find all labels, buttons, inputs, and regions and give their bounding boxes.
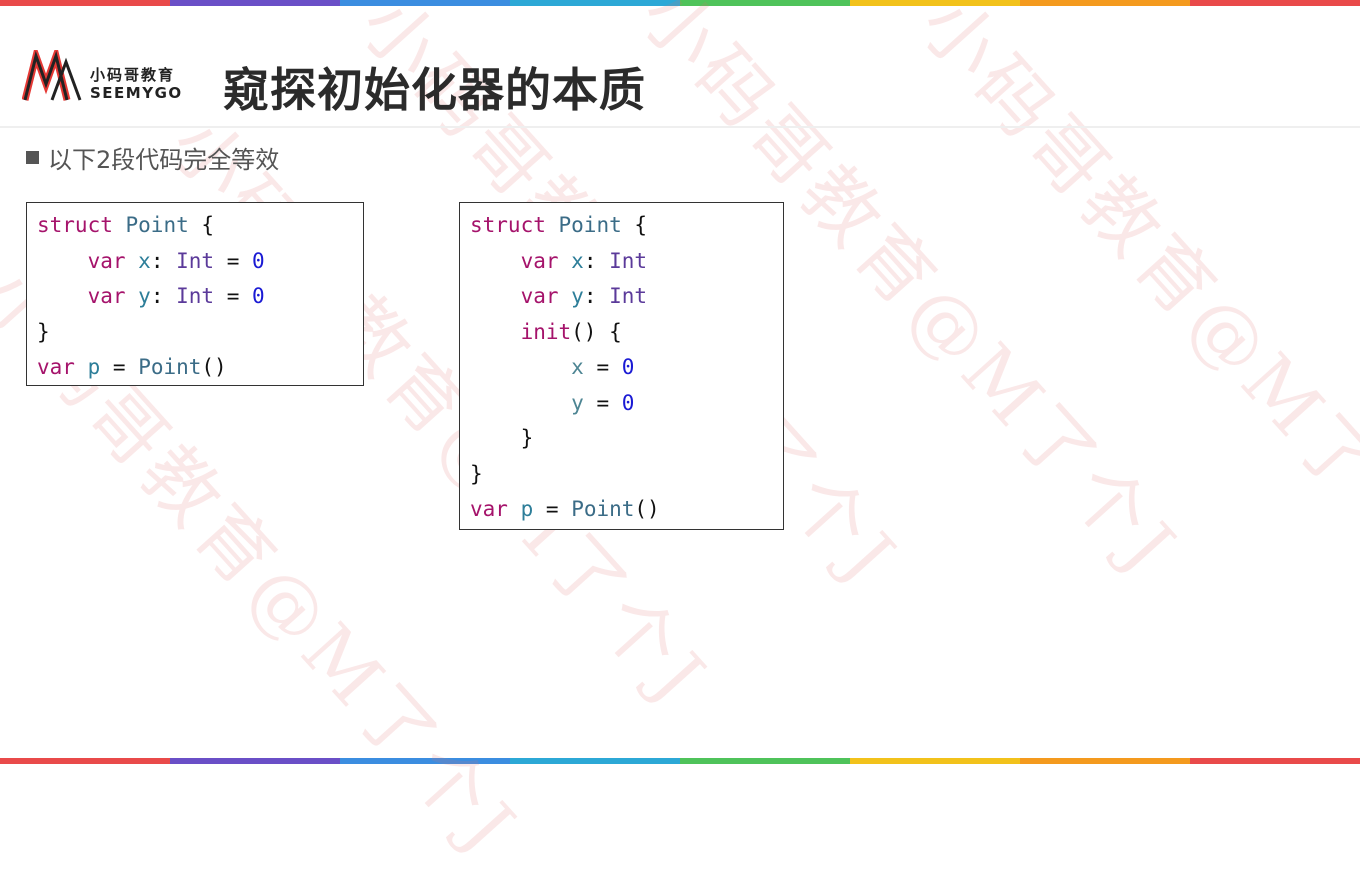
code-token: : [583,284,610,308]
stripe-segment [1020,758,1190,764]
bottom-color-stripe [0,758,1360,764]
code-token: Int [176,284,215,308]
logo-en-text: SEEMYGO [90,84,183,102]
code-token: { [621,213,648,237]
code-line: } [27,315,363,351]
code-line: struct Point { [27,208,363,244]
code-line: var y: Int [460,279,783,315]
code-token: = [533,497,572,521]
code-token: Int [609,284,648,308]
code-token: = [214,248,252,273]
code-line: var p = Point() [460,492,783,528]
code-token: () [634,497,660,521]
stripe-segment [850,758,1020,764]
code-block-left: struct Point { var x: Int = 0 var y: Int… [26,202,364,386]
code-token: } [37,319,50,344]
stripe-segment [680,758,850,764]
slide-header: 小码哥教育 SEEMYGO 窥探初始化器的本质 [0,6,1360,128]
code-token: var [520,248,559,273]
code-token: x [571,248,584,273]
code-token: x [138,248,151,273]
bullet-square-icon [26,151,39,164]
code-line: var y: Int = 0 [27,279,363,315]
code-token: y [571,284,584,308]
code-token: var [87,248,126,273]
code-token: Point [558,213,622,237]
code-token: Point [571,497,635,521]
code-token: } [470,461,483,486]
code-token: 0 [621,390,635,415]
code-line: } [460,421,783,457]
code-line: init() { [460,315,783,351]
code-token: p [87,355,101,379]
stripe-segment [340,758,510,764]
code-token: y [138,284,151,308]
code-line: x = 0 [460,350,783,386]
code-line: struct Point { [460,208,783,244]
code-line: var p = Point() [27,350,363,386]
code-token: struct [37,213,126,237]
code-token: : [150,248,177,273]
code-token: : [150,284,177,308]
code-token: Int [176,248,215,273]
code-line: var x: Int [460,244,783,280]
code-token: () { [571,319,622,344]
brand-logo: 小码哥教育 SEEMYGO [22,50,202,110]
code-token: { [188,213,215,237]
code-line: y = 0 [460,386,783,422]
code-line: } [460,457,783,493]
code-token: y [571,390,584,415]
code-token: var [520,284,559,308]
code-token: var [37,355,75,379]
code-token: 0 [252,248,265,273]
code-token: Int [609,248,648,273]
code-token: var [87,284,126,308]
code-token: } [470,426,534,450]
code-token: init [520,319,572,344]
stripe-segment [0,758,170,764]
bullet-text: 以下2段代码完全等效 [48,146,280,174]
logo-mark-icon [22,50,82,101]
logo-cn-text: 小码哥教育 [90,66,176,84]
code-token: 0 [621,355,635,379]
code-block-right: struct Point { var x: Int var y: Int ini… [459,202,784,530]
bullet-point: 以下2段代码完全等效 [26,140,279,175]
code-token: p [520,497,534,521]
code-token: 0 [252,284,265,308]
code-token: () [201,355,227,379]
code-token: = [583,390,622,415]
code-token: var [470,497,508,521]
code-token: = [214,284,252,308]
stripe-segment [170,758,340,764]
code-token: x [571,355,584,379]
code-token: Point [125,213,189,237]
code-token: struct [470,213,559,237]
code-token: : [583,248,610,273]
code-token: = [100,355,139,379]
code-line: var x: Int = 0 [27,244,363,280]
page-title: 窥探初始化器的本质 [223,63,646,117]
stripe-segment [510,758,680,764]
code-token: Point [138,355,202,379]
code-token: = [583,355,622,379]
stripe-segment [1190,758,1360,764]
